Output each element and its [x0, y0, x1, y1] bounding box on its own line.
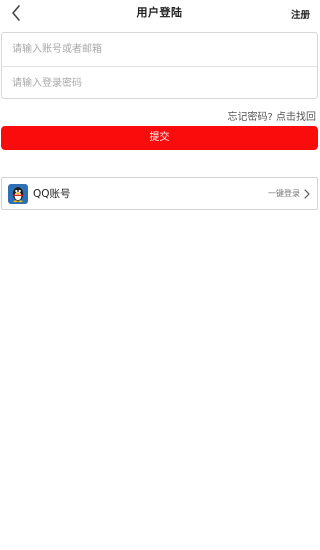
qq-login-row[interactable]: QQ账号 一键登录	[1, 177, 318, 210]
header-bar: 用户登陆 注册	[0, 0, 319, 26]
password-input[interactable]	[2, 67, 317, 99]
page-title: 用户登陆	[136, 6, 183, 19]
login-screen: 用户登陆 注册 忘记密码? 点击找回 提交 QQ账号 一键登录	[0, 0, 319, 550]
account-field-row	[2, 33, 317, 66]
quick-login-label: 一键登录	[268, 189, 300, 198]
qq-penguin-icon	[8, 183, 28, 204]
login-form	[1, 32, 318, 99]
account-input[interactable]	[2, 33, 317, 66]
password-field-row	[2, 66, 317, 99]
submit-button[interactable]: 提交	[1, 126, 318, 150]
qq-account-label: QQ账号	[33, 188, 71, 200]
chevron-right-icon	[303, 188, 311, 200]
register-link[interactable]: 注册	[291, 7, 310, 21]
forgot-password-link[interactable]: 忘记密码? 点击找回	[228, 108, 317, 123]
